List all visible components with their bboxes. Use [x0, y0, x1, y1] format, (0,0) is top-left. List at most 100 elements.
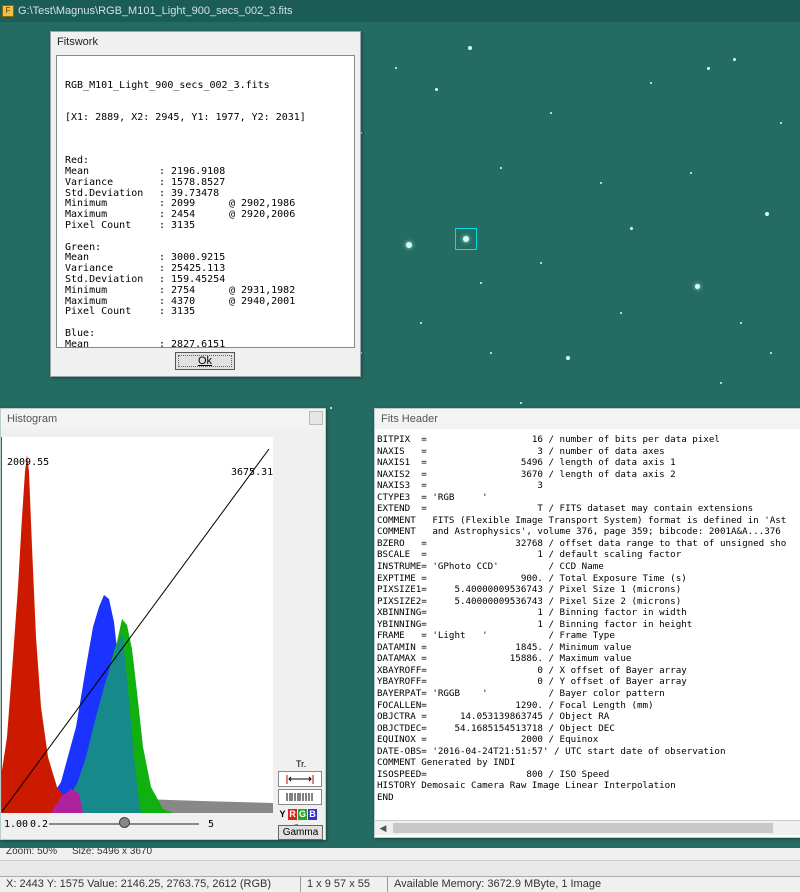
- status-selection: 1 x 9 57 x 55: [301, 877, 388, 892]
- fits-header-hscrollbar[interactable]: ◀: [375, 820, 800, 835]
- stats-value: : 3135: [159, 306, 196, 318]
- fits-header-line: INSTRUME= 'GPhoto CCD' / CCD Name: [377, 561, 604, 573]
- fits-header-line: COMMENT Generated by INDI: [377, 757, 516, 769]
- histogram-title: Histogram: [1, 409, 325, 429]
- stats-label: Minimum: [65, 284, 108, 296]
- stats-region: [X1: 2889, X2: 2945, Y1: 1977, Y2: 2031]: [65, 111, 306, 123]
- main-hscrollbar[interactable]: [0, 860, 800, 877]
- stats-label: Pixel Count: [65, 219, 132, 231]
- star: [480, 282, 482, 284]
- star: [720, 382, 722, 384]
- fits-header-line: NAXIS = 3 / number of data axes: [377, 445, 665, 457]
- stats-label: Mean: [65, 338, 90, 348]
- fits-header-line: OBJCTDEC= 54.1685154513718 / Object DEC: [377, 722, 615, 734]
- star: [395, 67, 397, 69]
- range-arrows-button[interactable]: [278, 771, 322, 787]
- fits-header-line: YBINNING= 1 / Binning factor in height: [377, 618, 693, 630]
- fits-header-line: CTYPE3 = 'RGB ': [377, 491, 488, 503]
- gamma-slider-row: 1.00 0.2 5: [1, 814, 273, 834]
- stats-row: Minimum: 2754 @ 2931,1982: [65, 284, 346, 297]
- zoom-level: Zoom: 50%: [6, 848, 58, 857]
- channel-g-button[interactable]: G: [298, 809, 307, 820]
- histogram-min-value: 1.00: [4, 819, 29, 830]
- fits-header-text: BITPIX = 16 / number of bits per data pi…: [377, 434, 800, 819]
- fits-header-line: BAYERPAT= 'RGGB ' / Bayer color pattern: [377, 688, 665, 700]
- fits-header-line: BZERO = 32768 / offset data range to tha…: [377, 537, 787, 549]
- zoom-info-bar: Zoom: 50% Size: 5496 x 3670: [0, 848, 800, 860]
- fits-header-line: EXTEND = T / FITS dataset may contain ex…: [377, 503, 754, 515]
- star: [707, 67, 710, 70]
- stats-row: Mean : 2827.6151: [65, 338, 346, 348]
- gamma-slider-thumb[interactable]: [119, 817, 130, 828]
- hscroll-thumb[interactable]: [393, 823, 773, 833]
- fits-header-line: DATAMIN = 1845. / Minimum value: [377, 641, 632, 653]
- stats-pos: @ 2920,2006: [229, 209, 296, 221]
- fits-header-line: OBJCTRA = 14.053139863745 / Object RA: [377, 711, 610, 723]
- close-icon[interactable]: [309, 411, 323, 425]
- slider-min-label: 0.2: [30, 819, 49, 830]
- gamma-button[interactable]: Gamma: [278, 825, 323, 840]
- barcode-button[interactable]: [278, 789, 322, 805]
- image-size: Size: 5496 x 3670: [72, 848, 153, 857]
- fits-header-window: Fits Header BITPIX = 16 / number of bits…: [374, 408, 800, 838]
- channel-y-button[interactable]: Y: [278, 809, 287, 820]
- stats-row: Variance: 1578.8527: [65, 176, 346, 189]
- star: [630, 227, 633, 230]
- stats-pos: @ 2940,2001: [229, 295, 296, 307]
- histogram-peak-label: 2009.55: [7, 457, 50, 468]
- fits-header-line: NAXIS3 = 3: [377, 480, 543, 492]
- fits-header-line: NAXIS2 = 3670 / length of data axis 2: [377, 468, 676, 480]
- star: [733, 58, 736, 61]
- star: [330, 407, 332, 409]
- star: [690, 172, 692, 174]
- stats-pane: RGB_M101_Light_900_secs_002_3.fits [X1: …: [56, 55, 355, 348]
- star: [468, 46, 472, 50]
- histogram-window: Histogram 2009.55 3675.31 1.00 0.2 5 Tr.…: [0, 408, 326, 840]
- status-memory: Available Memory: 3672.9 MByte, 1 Image: [394, 878, 602, 890]
- star: [540, 262, 542, 264]
- fits-header-line: EQUINOX = 2000 / Equinox: [377, 734, 599, 746]
- fitswork-dialog-title: Fitswork: [51, 32, 360, 52]
- scroll-left-icon[interactable]: ◀: [377, 822, 389, 834]
- fits-header-line: PIXSIZE1= 5.40000009536743 / Pixel Size …: [377, 584, 682, 596]
- range-arrows-icon: [286, 775, 314, 784]
- stats-label: Pixel Count: [65, 306, 132, 318]
- slider-max-label: 5: [208, 819, 215, 830]
- star: [770, 352, 772, 354]
- star: [520, 402, 522, 404]
- fits-header-line: BSCALE = 1 / default scaling factor: [377, 549, 682, 561]
- fits-header-line: YBAYROFF= 0 / Y offset of Bayer array: [377, 676, 687, 688]
- fits-header-line: EXPTIME = 900. / Total Exposure Time (s): [377, 572, 687, 584]
- star: [620, 312, 622, 314]
- fits-header-line: DATE-OBS= '2016-04-24T21:51:57' / UTC st…: [377, 745, 726, 757]
- histogram-plot[interactable]: [1, 437, 273, 813]
- stats-filename: RGB_M101_Light_900_secs_002_3.fits: [65, 79, 270, 91]
- stats-value: : 1578.8527: [159, 176, 226, 188]
- fits-header-line: BITPIX = 16 / number of bits per data pi…: [377, 434, 720, 445]
- stats-value: : 2827.6151: [159, 338, 226, 348]
- tr-label: Tr.: [296, 759, 307, 769]
- fits-header-line: PIXSIZE2= 5.40000009536743 / Pixel Size …: [377, 595, 682, 607]
- star: [566, 356, 570, 360]
- status-coords: X: 2443 Y: 1575 Value: 2146.25, 2763.75,…: [0, 877, 301, 892]
- stats-row: Pixel Count : 3135: [65, 219, 346, 232]
- fits-header-line: NAXIS1 = 5496 / length of data axis 1: [377, 457, 676, 469]
- channel-selector: Y R G B: [278, 809, 318, 820]
- fits-header-line: HISTORY Demosaic Camera Raw Image Linear…: [377, 780, 676, 792]
- stats-row: Std.Deviation: 159.45254: [65, 274, 346, 286]
- histogram-max-label: 3675.31: [231, 467, 274, 478]
- star: [500, 167, 502, 169]
- star: [490, 352, 492, 354]
- stats-value: : 3135: [159, 219, 196, 231]
- star: [550, 112, 552, 114]
- star: [780, 122, 782, 124]
- ok-button[interactable]: Ok: [175, 352, 235, 370]
- star: [600, 182, 602, 184]
- stats-row: Pixel Count : 3135: [65, 307, 346, 318]
- fits-header-line: DATAMAX = 15886. / Maximum value: [377, 653, 632, 665]
- star: [650, 82, 652, 84]
- channel-r-button[interactable]: R: [288, 809, 297, 820]
- fits-header-line: FRAME = 'Light ' / Frame Type: [377, 630, 615, 642]
- selected-star: [463, 236, 469, 242]
- channel-b-button[interactable]: B: [308, 809, 317, 820]
